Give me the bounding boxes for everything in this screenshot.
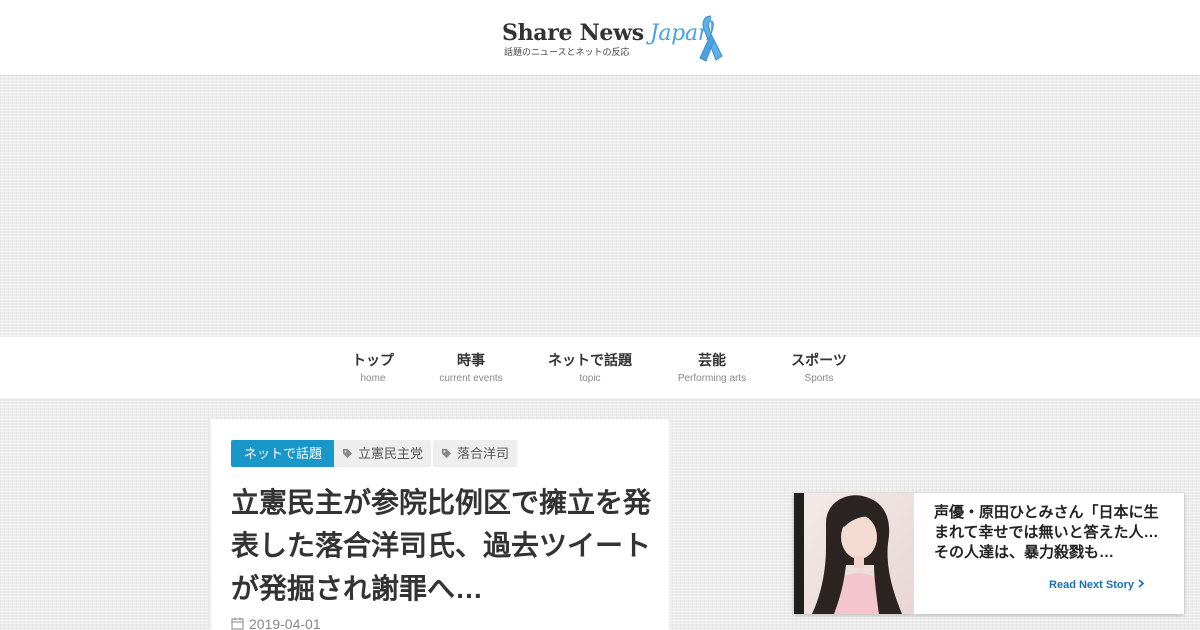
nav-sublabel: Performing arts (677, 373, 747, 384)
category-badge[interactable]: ネットで話題 (231, 440, 336, 467)
nav-label: 芸能 (698, 352, 726, 368)
nav-sublabel: home (360, 373, 386, 384)
read-next-label: Read Next Story (1049, 579, 1134, 591)
post-date-text: 2019-04-01 (249, 616, 321, 630)
nav-label: 時事 (457, 352, 485, 368)
portrait-thumbnail-image (804, 493, 914, 614)
read-next-story-link[interactable]: Read Next Story (1049, 579, 1144, 591)
tag-icon (441, 448, 452, 459)
next-story-title[interactable]: 声優・原田ひとみさん「日本に生まれて幸せでは無いと答えた人…その人達は、暴力殺戮… (934, 503, 1159, 563)
nav-sublabel: topic (579, 373, 601, 384)
logo-word-share-news: Share News (502, 20, 644, 46)
awareness-ribbon-icon (699, 15, 723, 62)
site-logo[interactable]: Share News Japan 話題のニュースとネットの反応 (502, 14, 728, 66)
nav-label: スポーツ (791, 352, 847, 368)
nav-item-current-events[interactable]: 時事 current events (436, 350, 506, 384)
nav-label: ネットで話題 (548, 352, 632, 368)
nav-label: トップ (352, 352, 394, 368)
main-nav: トップ home 時事 current events ネットで話題 topic … (0, 337, 1200, 398)
story-thumbnail[interactable] (804, 493, 914, 614)
nav-item-performing-arts[interactable]: 芸能 Performing arts (672, 350, 752, 384)
tag-link[interactable]: 立憲民主党 (334, 440, 432, 467)
post-date: 2019-04-01 (231, 616, 321, 630)
nav-sublabel: current events (439, 373, 503, 384)
tag-link[interactable]: 落合洋司 (433, 440, 518, 467)
logo-wordmark: Share News Japan (502, 20, 712, 46)
logo-tagline: 話題のニュースとネットの反応 (504, 48, 630, 58)
read-next-card[interactable]: 声優・原田ひとみさん「日本に生まれて幸せでは無いと答えた人…その人達は、暴力殺戮… (794, 493, 1184, 614)
nav-sublabel: Sports (804, 373, 834, 384)
article-title[interactable]: 立憲民主が参院比例区で擁立を発表した落合洋司氏、過去ツイートが発掘され謝罪へ… (231, 481, 651, 610)
tag-label: 立憲民主党 (358, 446, 424, 461)
nav-item-topic[interactable]: ネットで話題 topic (546, 350, 634, 384)
tag-icon (342, 448, 353, 459)
chevron-right-icon (1138, 579, 1144, 588)
nav-item-sports[interactable]: スポーツ Sports (790, 350, 848, 384)
ad-space (0, 77, 1200, 337)
site-header: Share News Japan 話題のニュースとネットの反応 (0, 0, 1200, 76)
nav-item-home[interactable]: トップ home (352, 350, 394, 384)
tag-label: 落合洋司 (457, 446, 510, 461)
card-accent-bar (794, 493, 804, 614)
calendar-icon (231, 617, 244, 630)
article-card: ネットで話題 立憲民主党 落合洋司 立憲民主が参院比例区で擁立を発表した落合洋司… (211, 419, 669, 630)
